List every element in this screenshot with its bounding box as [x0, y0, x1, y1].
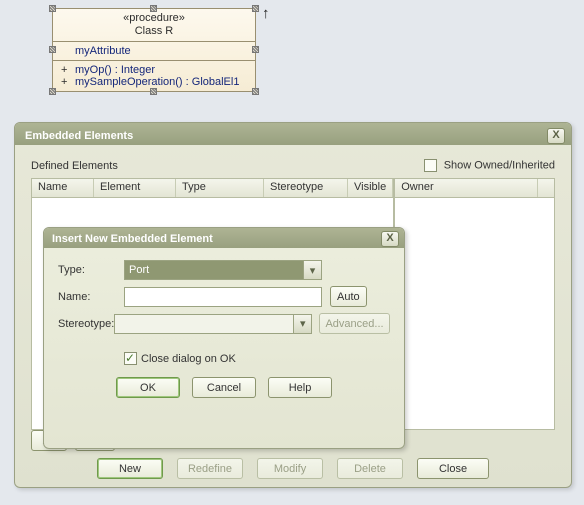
col-element[interactable]: Element — [94, 179, 176, 197]
close-button[interactable]: Close — [417, 458, 489, 479]
inner-dialog-titlebar[interactable]: Insert New Embedded Element X — [44, 228, 404, 248]
type-label: Type: — [58, 264, 124, 276]
close-icon[interactable]: X — [381, 231, 399, 247]
col-owner[interactable]: Owner — [395, 179, 538, 197]
uml-operation-text: myOp() : Integer — [75, 64, 155, 76]
delete-button: Delete — [337, 458, 403, 479]
inner-dialog-title: Insert New Embedded Element — [52, 233, 213, 245]
ok-button[interactable]: OK — [116, 377, 180, 398]
dialog-title: Embedded Elements — [25, 130, 133, 142]
show-owned-inherited-label: Show Owned/Inherited — [444, 159, 555, 171]
type-combo[interactable]: Port ▾ — [124, 260, 322, 280]
auto-button[interactable]: Auto — [330, 286, 367, 307]
checkbox-icon[interactable] — [424, 159, 437, 172]
stereotype-combo[interactable]: ▾ — [114, 314, 312, 334]
type-value: Port — [129, 264, 149, 276]
name-input[interactable] — [124, 287, 322, 307]
show-owned-inherited-checkbox[interactable]: Show Owned/Inherited — [424, 159, 555, 172]
uml-attributes: myAttribute — [53, 42, 255, 61]
chevron-down-icon[interactable]: ▾ — [303, 261, 321, 279]
table-rows-right[interactable] — [394, 198, 555, 430]
name-label: Name: — [58, 291, 124, 303]
table-header-right: Owner — [394, 178, 555, 198]
col-spacer — [538, 179, 554, 197]
new-button[interactable]: New — [97, 458, 163, 479]
uml-visibility: + — [61, 76, 75, 88]
col-name[interactable]: Name — [32, 179, 94, 197]
dialog-titlebar[interactable]: Embedded Elements X — [15, 123, 571, 145]
uml-operation-text: mySampleOperation() : GlobalEl1 — [75, 76, 239, 88]
advanced-button: Advanced... — [319, 313, 390, 334]
close-on-ok-label: Close dialog on OK — [141, 353, 236, 365]
checkbox-icon[interactable] — [124, 352, 137, 365]
defined-elements-label: Defined Elements — [31, 160, 118, 172]
close-icon[interactable]: X — [547, 128, 565, 144]
uml-attribute-row: myAttribute — [61, 45, 247, 57]
stereotype-label: Stereotype: — [58, 318, 114, 330]
uml-visibility: + — [61, 64, 75, 76]
close-on-ok-checkbox[interactable]: Close dialog on OK — [124, 352, 390, 365]
uml-operations: + myOp() : Integer + mySampleOperation()… — [53, 61, 255, 91]
reorder-up-icon[interactable]: ↑ — [262, 5, 270, 22]
uml-stereotype: «procedure» — [61, 12, 247, 25]
embedded-elements-dialog: Embedded Elements X Defined Elements Sho… — [14, 122, 572, 488]
insert-embedded-element-dialog: Insert New Embedded Element X Type: Port… — [43, 227, 405, 449]
redefine-button: Redefine — [177, 458, 243, 479]
uml-operation-row: + myOp() : Integer — [61, 64, 247, 76]
chevron-down-icon[interactable]: ▾ — [293, 315, 311, 333]
uml-class-name: Class R — [61, 25, 247, 38]
help-button[interactable]: Help — [268, 377, 332, 398]
table-header: Name Element Type Stereotype Visible — [31, 178, 394, 198]
col-visible[interactable]: Visible — [348, 179, 393, 197]
uml-operation-row: + mySampleOperation() : GlobalEl1 — [61, 76, 247, 88]
col-type[interactable]: Type — [176, 179, 264, 197]
uml-attribute-text: myAttribute — [75, 45, 131, 57]
uml-class-box[interactable]: «procedure» Class R myAttribute + myOp()… — [52, 8, 256, 92]
col-stereotype[interactable]: Stereotype — [264, 179, 348, 197]
modify-button: Modify — [257, 458, 323, 479]
uml-header: «procedure» Class R — [53, 9, 255, 42]
cancel-button[interactable]: Cancel — [192, 377, 256, 398]
